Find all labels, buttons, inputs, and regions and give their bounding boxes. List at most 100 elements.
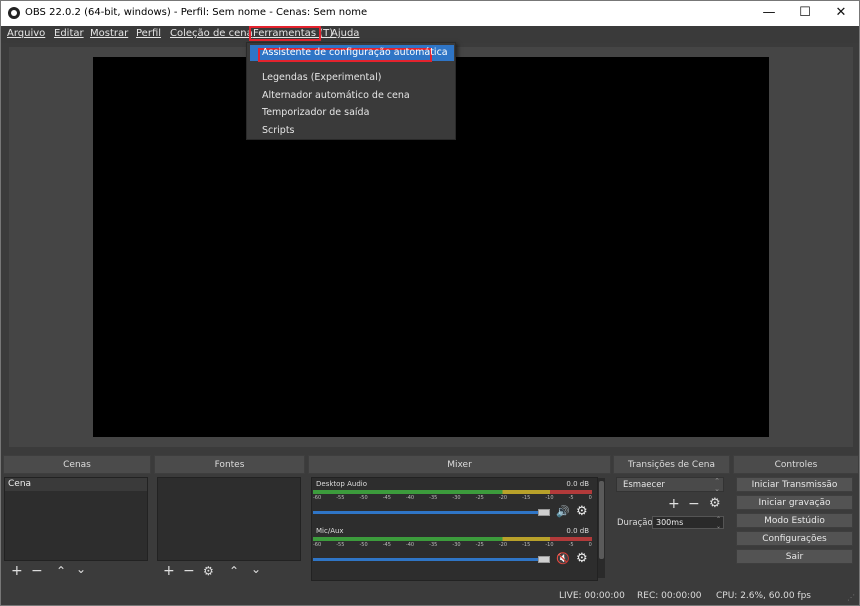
menu-item-alternador[interactable]: Alternador automático de cena: [262, 90, 410, 101]
tick-label: -60: [313, 495, 322, 501]
tick-label: -5: [568, 542, 574, 548]
mic-aux-volume-slider[interactable]: [313, 558, 548, 561]
tick-label: -25: [475, 542, 484, 548]
sources-list: [157, 477, 301, 561]
source-properties-gear-icon[interactable]: ⚙: [203, 564, 214, 578]
select-arrows-icon: ⌃ ⌄: [714, 477, 720, 493]
minimize-button[interactable]: —: [751, 1, 787, 26]
tick-label: -40: [405, 542, 415, 548]
window-title: OBS 22.0.2 (64-bit, windows) - Perfil: S…: [25, 7, 368, 18]
desktop-audio-scale: -60 -55 -50 -45 -40 -35 -30 -25 -20 -15 -10 -5 0: [313, 495, 592, 502]
menu-item-scripts[interactable]: Scripts: [262, 125, 295, 136]
scenes-dock-title: Cenas: [3, 455, 151, 474]
start-streaming-button[interactable]: Iniciar Transmissão: [736, 477, 853, 492]
move-scene-down-icon[interactable]: ⌄: [76, 562, 86, 576]
menu-item-legendas[interactable]: Legendas (Experimental): [262, 72, 381, 83]
maximize-button[interactable]: ☐: [787, 1, 823, 26]
tick-label: -40: [405, 495, 415, 501]
move-source-up-icon[interactable]: ⌃: [229, 564, 239, 578]
mic-aux-db: 0.0 dB: [566, 527, 589, 535]
tick-label: -20: [498, 542, 508, 548]
menu-colecao-de-cena[interactable]: Coleção de cena: [170, 28, 253, 39]
mixer-channel-desktop: Desktop Audio 0.0 dB -60 -55 -50 -45 -40 -35-…: [313, 480, 597, 522]
remove-scene-icon[interactable]: −: [31, 564, 43, 578]
tick-label: -10: [545, 495, 554, 501]
transitions-dock-title: Transições de Cena: [613, 455, 730, 474]
settings-button[interactable]: Configurações: [736, 531, 853, 546]
close-button[interactable]: ✕: [823, 1, 859, 26]
tick-label: -20: [498, 495, 508, 501]
duration-value: 300ms: [656, 518, 684, 527]
transition-select[interactable]: Esmaecer ⌃ ⌄: [616, 477, 724, 493]
menu-item-temporizador[interactable]: Temporizador de saída: [262, 107, 369, 118]
tick-label: 0: [588, 495, 592, 501]
tick-label: -5: [568, 495, 574, 501]
add-transition-icon[interactable]: +: [668, 497, 680, 511]
exit-button[interactable]: Sair: [736, 549, 853, 564]
menu-bar: Arquivo Editar Mostrar Perfil Coleção de…: [1, 26, 859, 43]
menu-arquivo[interactable]: Arquivo: [7, 28, 45, 39]
tick-label: -55: [336, 495, 345, 501]
remove-source-icon[interactable]: −: [183, 564, 195, 578]
transition-select-value: Esmaecer: [623, 480, 665, 490]
tick-label: -55: [336, 542, 345, 548]
duration-input[interactable]: 300ms ⌃ ⌄: [652, 516, 724, 530]
tick-label: -30: [452, 495, 461, 501]
menu-editar[interactable]: Editar: [54, 28, 84, 39]
speaker-icon[interactable]: 🔊: [556, 505, 570, 518]
tick-label: -15: [522, 542, 531, 548]
mixer-scroll-thumb[interactable]: [599, 481, 604, 559]
transition-gear-icon[interactable]: ⚙: [709, 497, 721, 511]
tick-label: -45: [382, 542, 391, 548]
sources-dock-title: Fontes: [154, 455, 305, 474]
desktop-audio-meter: [313, 490, 592, 494]
tick-label: -60: [313, 542, 322, 548]
tick-label: -15: [522, 495, 531, 501]
tick-label: -25: [475, 495, 484, 501]
title-bar: OBS 22.0.2 (64-bit, windows) - Perfil: S…: [1, 1, 859, 26]
menu-mostrar[interactable]: Mostrar: [90, 28, 128, 39]
desktop-audio-volume-slider[interactable]: [313, 511, 548, 514]
mixer-scrollbar[interactable]: [598, 478, 605, 578]
duration-label: Duração: [617, 518, 653, 528]
desktop-audio-slider-handle[interactable]: [538, 509, 550, 516]
tick-label: -35: [429, 542, 438, 548]
tick-label: -50: [359, 542, 368, 548]
mic-aux-scale: -60 -55 -50 -45 -40 -35 -30 -25 -20 -15 -10 -5 0: [313, 542, 592, 549]
move-scene-up-icon[interactable]: ⌃: [56, 564, 66, 578]
obs-window: OBS 22.0.2 (64-bit, windows) - Perfil: S…: [0, 0, 860, 606]
remove-transition-icon[interactable]: −: [688, 497, 700, 511]
duration-stepper-icon[interactable]: ⌃ ⌄: [716, 516, 721, 530]
menu-perfil[interactable]: Perfil: [136, 28, 161, 39]
status-rec: REC: 00:00:00: [637, 591, 702, 601]
mic-aux-slider-handle[interactable]: [538, 556, 550, 563]
add-scene-icon[interactable]: +: [11, 564, 23, 578]
menu-item-assistente-label: Assistente de configuração automática: [262, 47, 448, 58]
ferramentas-highlight-box: [249, 26, 321, 41]
tick-label: -35: [429, 495, 438, 501]
studio-mode-button[interactable]: Modo Estúdio: [736, 513, 853, 528]
tick-label: -50: [359, 495, 368, 501]
desktop-audio-name: Desktop Audio: [316, 480, 367, 488]
controls-dock-title: Controles: [733, 455, 859, 474]
obs-logo-icon: [8, 7, 20, 19]
speaker-muted-icon[interactable]: 🔇: [556, 552, 570, 565]
tools-menu-dropdown: Assistente de configuração automática Le…: [246, 42, 456, 140]
status-live: LIVE: 00:00:00: [559, 591, 625, 601]
tick-label: 0: [588, 542, 592, 548]
tick-label: -30: [452, 542, 461, 548]
status-cpu: CPU: 2.6%, 60.00 fps: [716, 591, 811, 601]
mixer-dock-title: Mixer: [308, 455, 611, 474]
scenes-list: Cena: [4, 477, 148, 561]
resize-grip-icon[interactable]: ⋰: [847, 593, 855, 602]
menu-ajuda[interactable]: Ajuda: [331, 28, 359, 39]
move-source-down-icon[interactable]: ⌄: [251, 562, 261, 576]
add-source-icon[interactable]: +: [163, 564, 175, 578]
mic-aux-meter: [313, 537, 592, 541]
mic-aux-name: Mic/Aux: [316, 527, 344, 535]
scene-item[interactable]: Cena: [5, 478, 147, 491]
mic-aux-gear-icon[interactable]: ⚙: [576, 551, 588, 566]
desktop-audio-gear-icon[interactable]: ⚙: [576, 504, 588, 519]
menu-item-assistente[interactable]: Assistente de configuração automática: [250, 45, 454, 62]
start-recording-button[interactable]: Iniciar gravação: [736, 495, 853, 510]
